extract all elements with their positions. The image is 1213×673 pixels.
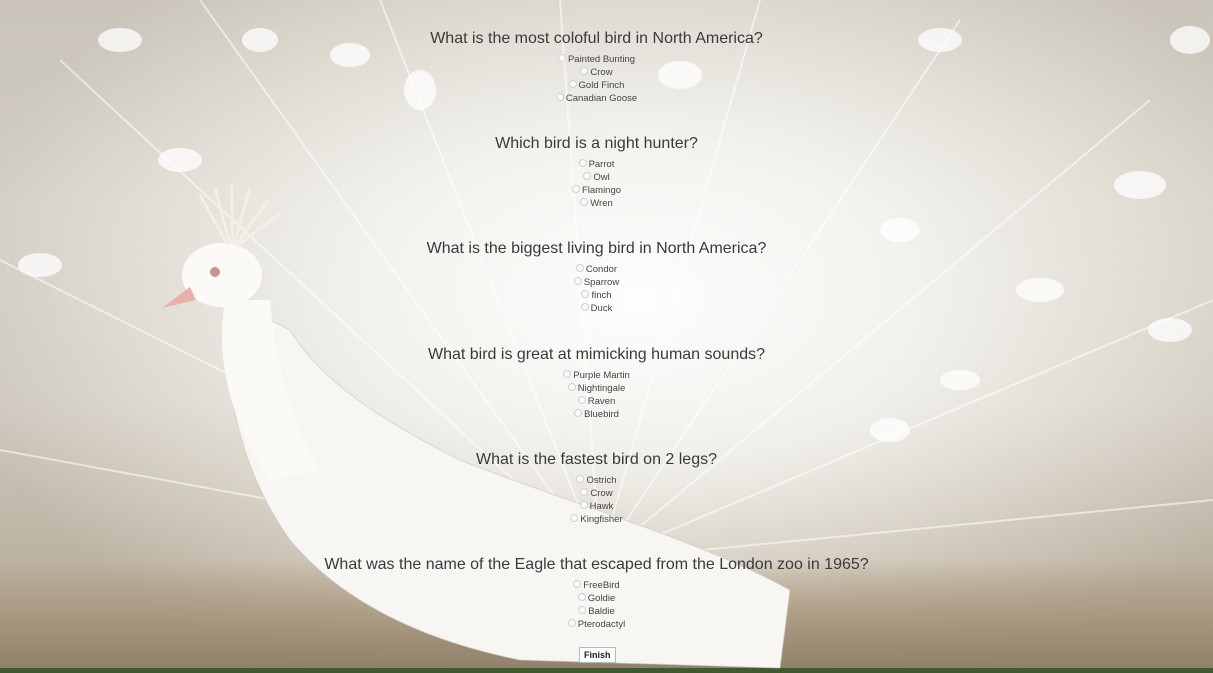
radio-button[interactable] [580,488,589,497]
option-label: Baldie [588,606,615,617]
option-label: Hawk [589,501,614,512]
option-label: Raven [587,396,616,407]
question-1-title: What is the most coloful bird in North A… [430,30,763,47]
option-label: Painted Bunting [567,54,636,65]
question-4: What bird is great at mimicking human so… [0,345,1193,421]
radio-button[interactable] [583,172,592,181]
question-4-title: What bird is great at mimicking human so… [427,346,766,363]
question-1-options: Painted Bunting Crow Gold Finch Canadian… [0,53,1193,105]
option-baldie[interactable]: Baldie [0,605,1193,618]
option-label: Bluebird [584,409,619,420]
question-3: What is the biggest living bird in North… [0,239,1193,315]
option-label: Duck [590,303,613,314]
question-2-options: Parrot Owl Flamingo Wren [0,158,1193,210]
option-bluebird[interactable]: Bluebird [0,408,1193,421]
question-5: What is the fastest bird on 2 legs? Ostr… [0,450,1193,526]
option-pterodactyl[interactable]: Pterodactyl [0,618,1193,631]
radio-button[interactable] [573,580,582,589]
radio-button[interactable] [578,159,587,168]
radio-button[interactable] [574,409,583,418]
option-label: Purple Martin [573,370,630,381]
option-kingfisher[interactable]: Kingfisher [0,513,1193,526]
option-label: Flamingo [581,185,622,196]
finish-button[interactable]: Finish [579,647,616,663]
option-duck[interactable]: Duck [0,302,1193,315]
radio-button[interactable] [578,606,587,615]
question-4-options: Purple Martin Nightingale Raven Bluebird [0,369,1193,421]
option-label: Kingfisher [580,514,623,525]
option-goldie[interactable]: Goldie [0,592,1193,605]
question-5-options: Ostrich Crow Hawk Kingfisher [0,474,1193,526]
option-label: Crow [590,67,613,78]
radio-button[interactable] [555,93,564,102]
option-hawk[interactable]: Hawk [0,500,1193,513]
radio-button[interactable] [579,501,588,510]
radio-button[interactable] [576,475,585,484]
option-finch[interactable]: finch [0,289,1193,302]
radio-button[interactable] [557,54,566,63]
option-condor[interactable]: Condor [0,263,1193,276]
option-purple-martin[interactable]: Purple Martin [0,369,1193,382]
option-label: finch [591,290,612,301]
option-crow[interactable]: Crow [0,66,1193,79]
radio-button[interactable] [573,277,582,286]
option-wren[interactable]: Wren [0,197,1193,210]
radio-button[interactable] [577,396,586,405]
radio-button[interactable] [575,264,584,273]
radio-button[interactable] [567,619,576,628]
radio-button[interactable] [580,198,589,207]
option-label: Wren [590,198,613,209]
option-canadian-goose[interactable]: Canadian Goose [0,92,1193,105]
option-owl[interactable]: Owl [0,171,1193,184]
option-painted-bunting[interactable]: Painted Bunting [0,53,1193,66]
option-parrot[interactable]: Parrot [0,158,1193,171]
option-label: Nightingale [577,383,626,394]
option-label: Canadian Goose [565,93,638,104]
question-3-options: Condor Sparrow finch Duck [0,263,1193,315]
option-crow[interactable]: Crow [0,487,1193,500]
radio-button[interactable] [571,185,580,194]
option-nightingale[interactable]: Nightingale [0,382,1193,395]
option-ostrich[interactable]: Ostrich [0,474,1193,487]
radio-button[interactable] [563,370,572,379]
option-raven[interactable]: Raven [0,395,1193,408]
radio-button[interactable] [570,514,579,523]
question-2-title: Which bird is a night hunter? [495,135,698,152]
bird-quiz: What is the most coloful bird in North A… [0,0,1213,673]
option-label: Sparrow [583,277,620,288]
question-2: Which bird is a night hunter? Parrot Owl… [0,134,1193,210]
question-5-title: What is the fastest bird on 2 legs? [475,451,717,468]
option-label: Crow [590,488,613,499]
radio-button[interactable] [567,383,576,392]
question-3-title: What is the biggest living bird in North… [426,240,767,257]
radio-button[interactable] [580,303,589,312]
option-label: Owl [593,172,610,183]
radio-button[interactable] [577,593,586,602]
radio-button[interactable] [580,67,589,76]
option-flamingo[interactable]: Flamingo [0,184,1193,197]
option-label: Parrot [588,159,615,170]
option-label: FreeBird [583,580,620,591]
question-1: What is the most coloful bird in North A… [0,29,1193,105]
radio-button[interactable] [581,290,590,299]
option-freebird[interactable]: FreeBird [0,579,1193,592]
option-gold-finch[interactable]: Gold Finch [0,79,1193,92]
radio-button[interactable] [568,80,577,89]
question-6-options: FreeBird Goldie Baldie Pterodactyl [0,579,1193,631]
option-label: Condor [585,264,618,275]
question-6-title: What was the name of the Eagle that esca… [324,556,869,573]
option-label: Goldie [587,593,616,604]
option-label: Pterodactyl [577,619,626,630]
option-label: Gold Finch [578,80,625,91]
question-6: What was the name of the Eagle that esca… [0,555,1193,631]
option-label: Ostrich [586,475,617,486]
option-sparrow[interactable]: Sparrow [0,276,1193,289]
